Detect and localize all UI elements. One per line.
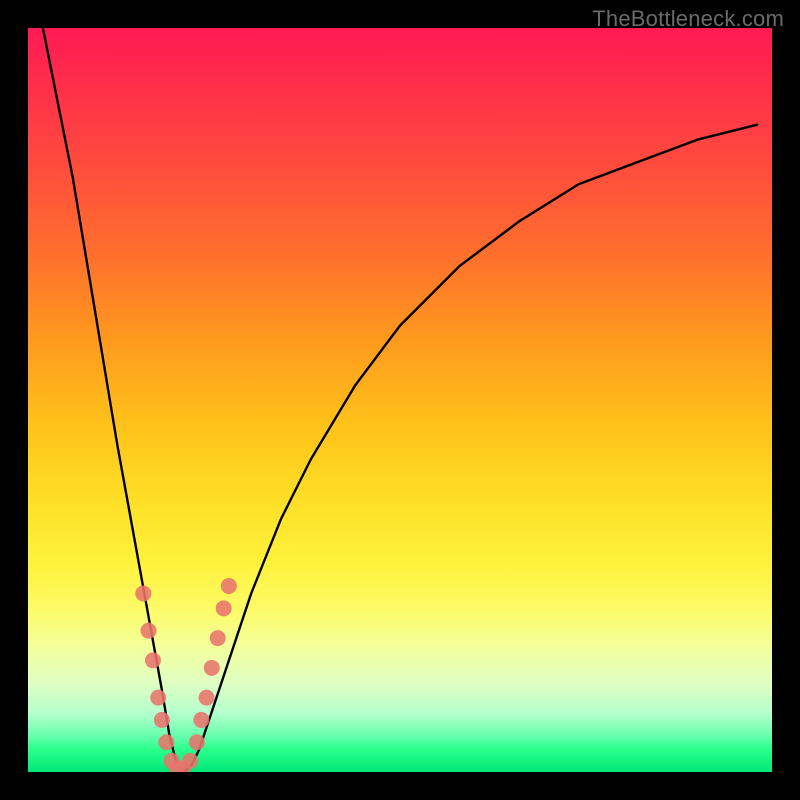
data-point-marker [145, 652, 161, 668]
highlighted-points [135, 578, 237, 772]
chart-frame: TheBottleneck.com [0, 0, 800, 800]
data-point-marker [216, 600, 232, 616]
data-point-marker [210, 630, 226, 646]
watermark-text: TheBottleneck.com [592, 6, 784, 32]
chart-svg [28, 28, 772, 772]
data-point-marker [154, 712, 170, 728]
data-point-marker [150, 690, 166, 706]
data-point-marker [141, 623, 157, 639]
data-point-marker [189, 734, 205, 750]
data-point-marker [158, 734, 174, 750]
data-point-marker [135, 585, 151, 601]
plot-area [28, 28, 772, 772]
data-point-marker [193, 712, 209, 728]
data-point-marker [199, 690, 215, 706]
data-point-marker [182, 753, 198, 769]
data-point-marker [221, 578, 237, 594]
data-point-marker [204, 660, 220, 676]
